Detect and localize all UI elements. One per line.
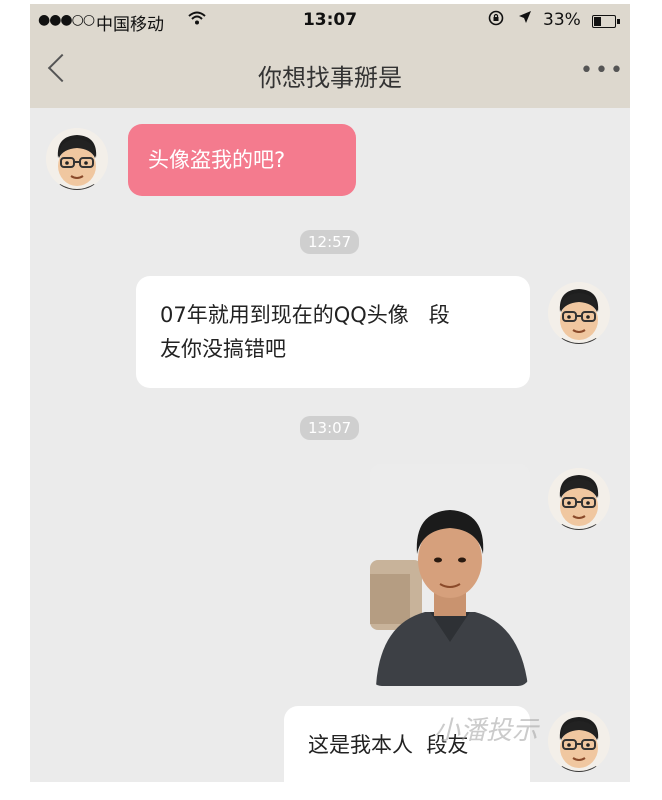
- sender-avatar[interactable]: [46, 128, 108, 190]
- timestamp: 13:07: [300, 416, 360, 440]
- lock-rotation-icon: [488, 10, 504, 30]
- more-icon[interactable]: •••: [580, 58, 625, 83]
- self-avatar[interactable]: [548, 282, 610, 344]
- message-text: 头像盗我的吧?: [148, 148, 286, 172]
- chat-title: 你想找事掰是: [258, 64, 402, 92]
- message-text-line-2: 友你没搞错吧: [160, 337, 286, 361]
- timestamp: 12:57: [300, 230, 360, 254]
- watermark: 小潘投示: [434, 716, 539, 746]
- message-bubble-incoming[interactable]: 头像盗我的吧?: [128, 124, 356, 196]
- self-avatar[interactable]: [548, 468, 610, 530]
- chat-screen: ●●●○○ 中国移动 13:07 33% 你想找事掰是 ••• 头像盗我的吧? …: [30, 4, 630, 782]
- message-text-line-1: 07年就用到现在的QQ头像 段: [160, 303, 450, 327]
- self-avatar[interactable]: [548, 710, 610, 772]
- nav-bar: 你想找事掰是 •••: [30, 38, 630, 108]
- status-time: 13:07: [302, 10, 358, 30]
- message-bubble-outgoing[interactable]: 07年就用到现在的QQ头像 段 友你没搞错吧: [136, 276, 530, 388]
- battery-icon: [592, 15, 620, 28]
- selfie-photo: [370, 464, 530, 686]
- status-bar: ●●●○○ 中国移动 13:07 33%: [30, 4, 630, 38]
- battery-percent: 33%: [543, 10, 581, 30]
- battery-fill: [594, 17, 601, 26]
- message-photo[interactable]: [370, 464, 530, 686]
- location-icon: [518, 10, 532, 28]
